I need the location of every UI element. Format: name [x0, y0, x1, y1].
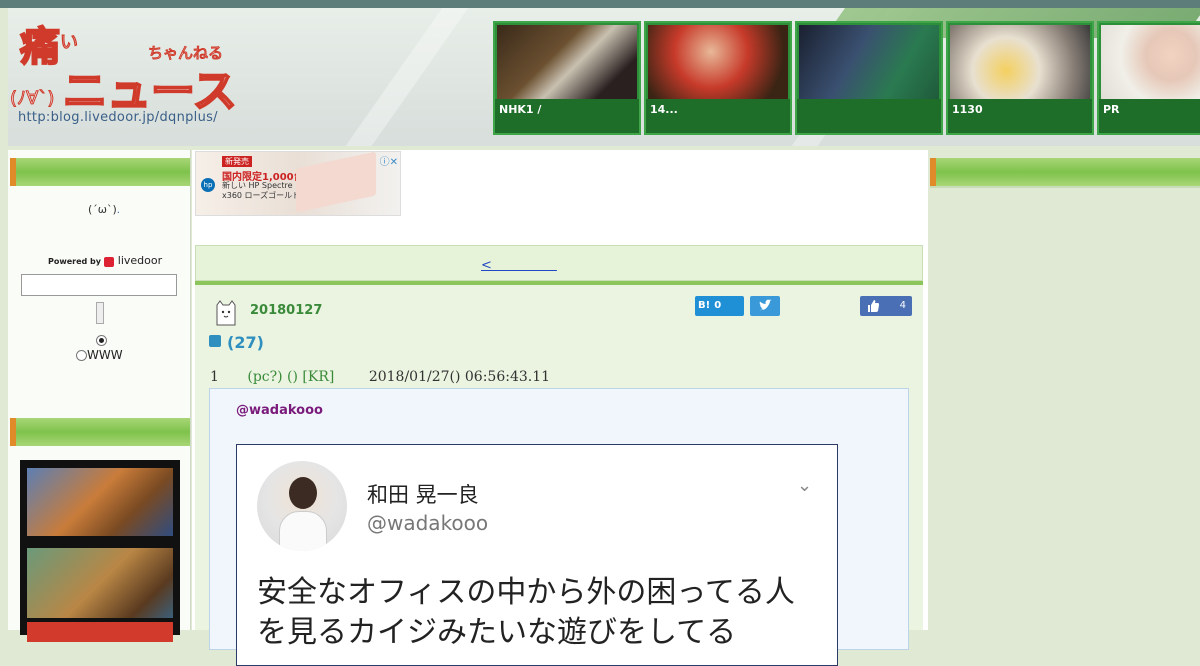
left-sidebar: (´ω`). Powered by livedoor WWW: [8, 150, 191, 642]
tweet-screenshot: 和田 晃一良 @wadakooo ⌄ 安全なオフィスの中から外の困ってる人 を見…: [236, 444, 838, 666]
search-input[interactable]: [21, 274, 177, 296]
tweet-author-name: 和田 晃一良: [367, 483, 479, 507]
res-timestamp: 2018/01/27() 06:56:43.11: [368, 369, 551, 385]
article-date: 20180127: [250, 303, 323, 318]
banner-image: [27, 622, 173, 642]
thumbnail-caption: NHK1 /: [495, 99, 639, 133]
sidebar-section-header: [10, 158, 190, 186]
article-nav: <: [195, 245, 923, 281]
livedoor-icon: [103, 256, 114, 267]
thumbnail-item[interactable]: NHK1 /: [493, 21, 641, 135]
prev-article-link[interactable]: <: [481, 254, 557, 273]
sidebar-section-header: [930, 158, 1200, 186]
chevron-down-icon: ⌄: [797, 475, 813, 496]
thumbnail-image: [799, 25, 939, 101]
mascot-icon: [216, 300, 236, 326]
thumbs-up-icon: [868, 300, 879, 312]
res-body: @wadakooo 和田 晃一良 @wadakooo ⌄ 安全なオフィスの中から…: [209, 388, 909, 666]
powered-by: Powered by livedoor: [48, 254, 162, 267]
hp-logo-icon: hp: [201, 178, 215, 192]
thumbnail-image: [1101, 25, 1200, 101]
res-name: (pc?) () [KR]: [247, 369, 335, 385]
svg-text:痛: 痛: [20, 24, 60, 70]
twitter-bird-icon: [759, 299, 772, 311]
twitter-handle-link[interactable]: @wadakooo: [236, 403, 323, 418]
tweet-text-line: を見るカイジみたいな遊びをしてる: [257, 615, 737, 650]
radio-www[interactable]: WWW: [76, 348, 123, 362]
banner-image: [27, 468, 173, 536]
top-border: [0, 0, 1200, 8]
thumbnail-image: [648, 25, 788, 101]
facebook-like-button[interactable]: 4: [860, 296, 912, 316]
thumbnail-caption: [797, 99, 941, 133]
banner-image: [27, 548, 173, 618]
article: 20180127 B! 0 4 (27) 1 (pc?) () [KR] 2018…: [195, 285, 923, 666]
ad-body: 新しい HP Spectre x360 ローズゴールド: [222, 181, 301, 200]
thumbnail-caption: 1130: [948, 99, 1092, 133]
tweet-text-line: 安全なオフィスの中から外の困ってる人: [257, 575, 795, 610]
powered-by-label: Powered by: [48, 257, 101, 266]
tweet-avatar: [257, 461, 347, 551]
kaomoji-text: (´ω`): [88, 203, 117, 216]
play-icon: [209, 335, 221, 347]
svg-text:い: い: [60, 32, 78, 53]
svg-text:ちゃんねる: ちゃんねる: [148, 44, 223, 62]
thumbnail-item[interactable]: 1130: [946, 21, 1094, 135]
search-button[interactable]: [96, 302, 104, 324]
site-header: 痛 い (ﾉ∀`) ニュース ちゃんねる http:blog.livedoor.…: [8, 8, 1200, 146]
ad-close-icon[interactable]: ⓘ✕: [380, 153, 398, 168]
res-number: 1: [210, 369, 219, 385]
thumbnail-caption: PR: [1099, 99, 1200, 133]
livedoor-brand[interactable]: livedoor: [118, 254, 162, 267]
right-sidebar: [930, 150, 1200, 630]
thumbnail-item[interactable]: [795, 21, 943, 135]
thumbnail-item[interactable]: PR: [1097, 21, 1200, 135]
radio-icon[interactable]: [76, 350, 87, 361]
tweet-author-handle: @wadakooo: [367, 511, 489, 535]
thumbnail-item[interactable]: 14...: [644, 21, 792, 135]
thumbnail-image: [497, 25, 637, 101]
tweet-text: 安全なオフィスの中から外の困ってる人 を見るカイジみたいな遊びをしてる: [257, 573, 795, 653]
radio-site[interactable]: [96, 335, 107, 347]
laptop-image: [296, 151, 376, 213]
svg-text:(ﾉ∀`): (ﾉ∀`): [10, 88, 54, 109]
thumbnail-image: [950, 25, 1090, 101]
radio-www-label: WWW: [87, 348, 123, 362]
kaomoji-link[interactable]: .: [117, 205, 120, 216]
divider: [930, 186, 1200, 188]
res-header: 1 (pc?) () [KR] 2018/01/27() 06:56:43.11: [210, 369, 550, 385]
ad-banner[interactable]: 新発売 国内限定1,000台 新しい HP Spectre x360 ローズゴー…: [195, 151, 401, 216]
hatena-bookmark-button[interactable]: B! 0: [695, 296, 744, 316]
sidebar-banner[interactable]: [20, 460, 180, 642]
sidebar-section-header: [10, 418, 190, 446]
radio-icon-selected[interactable]: [96, 335, 107, 346]
twitter-share-button[interactable]: [750, 296, 780, 316]
blog-url[interactable]: http:blog.livedoor.jp/dqnplus/: [18, 110, 218, 125]
article-title[interactable]: (27): [209, 333, 264, 352]
main-content: 新発売 国内限定1,000台 新しい HP Spectre x360 ローズゴー…: [192, 150, 928, 666]
thumbnail-caption: 14...: [646, 99, 790, 133]
fb-count: 4: [899, 300, 906, 311]
hatena-count: 0: [714, 300, 722, 311]
kaomoji: (´ω`).: [88, 202, 120, 217]
ad-badge: 新発売: [222, 156, 252, 167]
